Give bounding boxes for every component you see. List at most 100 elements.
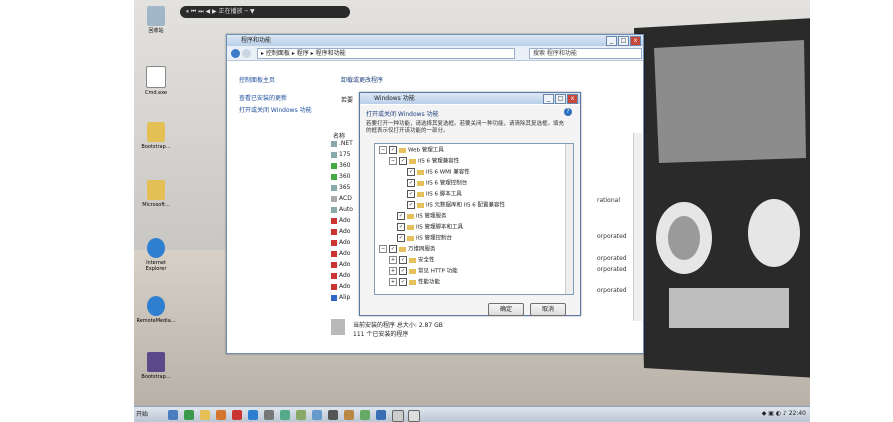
tree-node-iis6-wmi[interactable]: ✓ IIS 6 WMI 兼容性 [407, 168, 470, 177]
close-button[interactable]: x [630, 36, 641, 46]
internet-explorer-icon [147, 296, 165, 316]
tree-node-performance[interactable]: + ✓ 性能功能 [389, 278, 440, 287]
tree-node-www-services[interactable]: − ✓ 万维网服务 [379, 245, 436, 254]
taskbar-ie-icon[interactable] [248, 410, 258, 420]
tree-node-iis6-compat[interactable]: − ✓ IIS 6 管理兼容性 [389, 157, 459, 166]
ok-button[interactable]: 确定 [488, 303, 524, 316]
main-subtext: 若要 [341, 97, 354, 104]
list-item[interactable]: 360 [331, 172, 350, 182]
desktop: ⏸ ⏮ ⏭ ◀ ▶ 正在播放 ─ ▼ 回收站 Cmd.exe Bootstrap… [134, 0, 810, 422]
tree-node-security[interactable]: + ✓ 安全性 [389, 256, 435, 265]
taskbar-app-icon[interactable] [264, 410, 274, 420]
folder-icon [409, 279, 416, 285]
minimize-button[interactable]: _ [543, 94, 554, 104]
archive-icon [147, 352, 165, 372]
list-item[interactable]: Auto [331, 205, 353, 215]
list-scrollbar[interactable] [633, 133, 642, 321]
maximize-button[interactable]: □ [618, 36, 629, 46]
list-item[interactable]: Alip [331, 293, 350, 303]
status-total-size: 当前安装的程序 总大小: 2.87 GB [353, 322, 443, 329]
folder-icon [409, 268, 416, 274]
nav-view-updates[interactable]: 查看已安装的更新 [239, 93, 287, 102]
folder-icon [399, 147, 406, 153]
taskbar-app-icon[interactable] [296, 410, 306, 420]
taskbar-app-icon[interactable] [280, 410, 290, 420]
left-nav: 控制面板主页 查看已安装的更新 打开或关闭 Windows 功能 [227, 61, 331, 352]
list-item[interactable]: .NET [331, 139, 353, 149]
folder-icon [147, 122, 165, 142]
desktop-icon-recycle-bin[interactable]: 回收站 [136, 6, 176, 34]
taskbar-app-icon[interactable] [360, 410, 370, 420]
minimize-button[interactable]: _ [606, 36, 617, 46]
clock[interactable]: 22:40 [789, 410, 806, 417]
tree-node-http-features[interactable]: + ✓ 常见 HTTP 功能 [389, 267, 458, 276]
folder-icon [409, 158, 416, 164]
tree-node-iis-console[interactable]: ✓ IIS 管理控制台 [397, 234, 452, 243]
folder-icon [409, 257, 416, 263]
taskbar-app-icon[interactable] [184, 410, 194, 420]
taskbar-app-icon[interactable] [344, 410, 354, 420]
features-titlebar[interactable]: Windows 功能 _ □ x [360, 93, 580, 104]
features-tree: − ✓ Web 管理工具 − ✓ IIS 6 管理兼容性 ✓ IIS 6 WMI 兼容性 … [374, 143, 574, 295]
list-item[interactable]: Ado [331, 271, 350, 281]
taskbar-app-icon[interactable] [328, 410, 338, 420]
desktop-icon-remote[interactable]: RemoteMedia... [136, 296, 176, 324]
cancel-button[interactable]: 取消 [530, 303, 566, 316]
forward-button[interactable] [242, 48, 251, 58]
back-button[interactable] [231, 48, 240, 58]
tree-node-iis-mgmt-service[interactable]: ✓ IIS 管理服务 [397, 212, 446, 221]
tree-node-iis-metabase[interactable]: ✓ IIS 元数据库和 IIS 6 配置兼容性 [407, 201, 505, 210]
search-input[interactable]: 搜索 程序和功能 [529, 47, 642, 59]
list-item[interactable]: Ado [331, 260, 350, 270]
tree-node-iis6-console[interactable]: ✓ IIS 6 管理控制台 [407, 179, 467, 188]
taskbar-folder-icon[interactable] [200, 410, 210, 420]
breadcrumb[interactable]: ▸ 控制面板 ▸ 程序 ▸ 程序和功能 [257, 47, 515, 59]
tray-icons[interactable]: ◆ ▣ ◐ ♪ [762, 410, 789, 417]
taskbar-app-icon[interactable] [376, 410, 386, 420]
taskbar-window-icon[interactable] [392, 410, 404, 422]
tree-node-iis6-scripts[interactable]: ✓ IIS 6 脚本工具 [407, 190, 462, 199]
status-program-count: 111 个已安装的程序 [353, 331, 409, 338]
publisher-cell: orporated [597, 255, 627, 262]
close-button[interactable]: x [567, 94, 578, 104]
folder-icon [407, 235, 414, 241]
help-icon[interactable]: ? [564, 108, 572, 116]
taskbar-app-icon[interactable] [168, 410, 178, 420]
folder-icon [407, 213, 414, 219]
taskbar-window-icon[interactable] [408, 410, 420, 422]
media-player-bar[interactable]: ⏸ ⏮ ⏭ ◀ ▶ 正在播放 ─ ▼ [180, 6, 350, 18]
list-item[interactable]: 175 [331, 150, 350, 160]
desktop-icon-cmd[interactable]: Cmd.exe [136, 66, 176, 96]
address-bar: ▸ 控制面板 ▸ 程序 ▸ 程序和功能 搜索 程序和功能 [227, 46, 643, 61]
list-item[interactable]: Ado [331, 227, 350, 237]
list-item[interactable]: 365 [331, 183, 350, 193]
desktop-icon-ie[interactable]: Internet Explorer [136, 238, 176, 272]
folder-icon [417, 191, 424, 197]
system-tray: ◆ ▣ ◐ ♪ 22:40 [762, 410, 806, 417]
tree-node-iis-scripts-tools[interactable]: ✓ IIS 管理脚本和工具 [397, 223, 463, 232]
taskbar: 开始 ◆ ▣ ◐ ♪ 22:40 [134, 406, 810, 422]
taskbar-app-icon[interactable] [232, 410, 242, 420]
cp-titlebar[interactable]: 程序和功能 _ □ x [227, 35, 643, 46]
features-body: 打开或关闭 Windows 功能 ? 若要打开一种功能，请选择其复选框。若要关闭… [360, 105, 580, 316]
start-button[interactable]: 开始 [136, 409, 162, 420]
tree-scrollbar[interactable] [565, 144, 573, 294]
folder-icon [147, 180, 165, 200]
list-item[interactable]: Ado [331, 249, 350, 259]
maximize-button[interactable]: □ [555, 94, 566, 104]
list-item[interactable]: Ado [331, 238, 350, 248]
list-item[interactable]: Ado [331, 216, 350, 226]
taskbar-app-icon[interactable] [216, 410, 226, 420]
taskbar-app-icon[interactable] [312, 410, 322, 420]
desktop-icon-folder-2[interactable]: Microsoft... [136, 180, 176, 208]
desktop-icon-archive[interactable]: Bootstrap... [136, 352, 176, 380]
list-item[interactable]: 360 [331, 161, 350, 171]
nav-control-panel-home[interactable]: 控制面板主页 [239, 75, 275, 84]
list-item[interactable]: ACD [331, 194, 352, 204]
nav-windows-features[interactable]: 打开或关闭 Windows 功能 [239, 105, 312, 114]
list-item[interactable]: Ado [331, 282, 350, 292]
folder-icon [417, 169, 424, 175]
publisher-cell: orporated [597, 233, 627, 240]
tree-node-web-mgmt[interactable]: − ✓ Web 管理工具 [379, 146, 444, 155]
desktop-icon-folder-1[interactable]: Bootstrap... [136, 122, 176, 150]
